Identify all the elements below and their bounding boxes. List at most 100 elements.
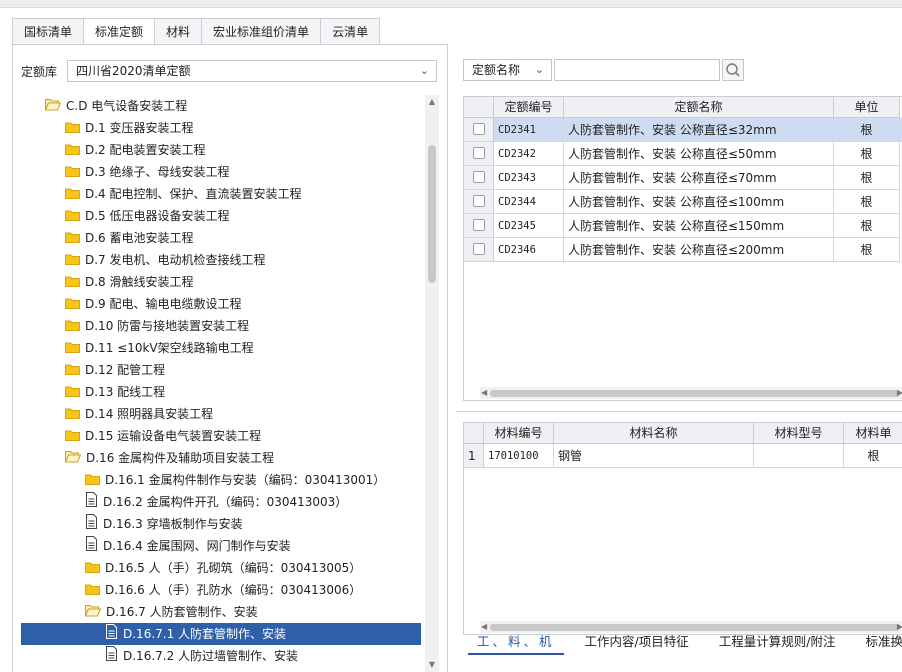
tree-node[interactable]: D.16.5 人（手）孔砌筑（编码：030413005） <box>85 557 361 579</box>
folder-icon <box>65 338 80 360</box>
search-icon <box>726 63 740 77</box>
table-row[interactable]: CD2345 人防套管制作、安装 公称直径≤150mm 根 <box>464 214 902 238</box>
tree-node-label: D.10 防雷与接地装置安装工程 <box>85 319 250 333</box>
tree-node[interactable]: D.16.3 穿墙板制作与安装 <box>85 513 243 535</box>
tree-node[interactable]: D.2 配电装置安装工程 <box>65 139 206 161</box>
tree-node[interactable]: D.16.4 金属围网、网门制作与安装 <box>85 535 291 557</box>
row-checkbox[interactable] <box>473 171 485 183</box>
table-row[interactable]: 1 17010100 钢管 根 <box>464 444 902 468</box>
tree-node-label: D.15 运输设备电气装置安装工程 <box>85 429 262 443</box>
tab-hongye-list[interactable]: 宏业标准组价清单 <box>202 18 322 45</box>
tree-node-label: D.12 配管工程 <box>85 363 166 377</box>
tab-standard-quota[interactable]: 标准定额 <box>84 18 156 45</box>
tree-node[interactable]: D.16.1 金属构件制作与安装（编码：030413001） <box>85 469 385 491</box>
quota-name-cell: 人防套管制作、安装 公称直径≤70mm <box>564 166 834 190</box>
tree-node-label: D.1 变压器安装工程 <box>85 121 194 135</box>
tab-labor-material-machine[interactable]: 工、料、机 <box>468 629 564 655</box>
tree-node[interactable]: D.16.7.2 人防过墙管制作、安装 <box>105 645 298 667</box>
tree-node-label: D.16.5 人（手）孔砌筑（编码：030413005） <box>105 561 362 575</box>
quota-table-scrollbar[interactable]: ◀ ▶ <box>480 387 902 399</box>
quota-code-cell: CD2345 <box>494 214 564 238</box>
tree-node[interactable]: D.6 蓄电池安装工程 <box>65 227 194 249</box>
row-checkbox[interactable] <box>473 219 485 231</box>
folder-icon <box>65 250 80 272</box>
row-checkbox-cell[interactable] <box>464 142 494 166</box>
scroll-up-arrow-icon[interactable]: ▲ <box>425 95 439 109</box>
tree-node[interactable]: D.16.7 人防套管制作、安装 <box>85 601 258 623</box>
quota-name-cell: 人防套管制作、安装 公称直径≤150mm <box>564 214 834 238</box>
column-header-material-name: 材料名称 <box>554 423 754 444</box>
folder-icon <box>85 470 100 492</box>
panel-divider[interactable] <box>456 411 902 412</box>
tree-node[interactable]: D.16.7.1 人防套管制作、安装 <box>21 623 421 645</box>
row-checkbox[interactable] <box>473 195 485 207</box>
tab-guobiao-list[interactable]: 国标清单 <box>12 18 85 45</box>
row-checkbox-cell[interactable] <box>464 214 494 238</box>
tree-vertical-scrollbar[interactable]: ▲ ▼ <box>425 95 439 672</box>
quota-unit-cell: 根 <box>834 190 900 214</box>
document-icon <box>85 535 98 558</box>
quota-name-cell: 人防套管制作、安装 公称直径≤32mm <box>564 118 834 142</box>
table-row[interactable]: CD2343 人防套管制作、安装 公称直径≤70mm 根 <box>464 166 902 190</box>
tree-node[interactable]: D.16.2 金属构件开孔（编码：030413003） <box>85 491 347 513</box>
tree-node[interactable]: D.14 照明器具安装工程 <box>65 403 213 425</box>
tree-node[interactable]: D.8 滑触线安装工程 <box>65 271 194 293</box>
tab-work-content[interactable]: 工作内容/项目特征 <box>576 629 698 655</box>
scrollbar-thumb[interactable] <box>490 390 900 397</box>
quota-db-select[interactable]: 四川省2020清单定额 ⌄ <box>67 60 437 82</box>
row-checkbox[interactable] <box>473 147 485 159</box>
top-strip <box>0 0 902 8</box>
row-checkbox[interactable] <box>473 243 485 255</box>
scrollbar-thumb[interactable] <box>428 145 436 283</box>
row-checkbox[interactable] <box>473 123 485 135</box>
table-row[interactable]: CD2342 人防套管制作、安装 公称直径≤50mm 根 <box>464 142 902 166</box>
scroll-right-arrow-icon[interactable]: ▶ <box>897 387 902 399</box>
table-row[interactable]: CD2344 人防套管制作、安装 公称直径≤100mm 根 <box>464 190 902 214</box>
tree-node[interactable]: D.3 绝缘子、母线安装工程 <box>65 161 230 183</box>
folder-icon <box>65 206 80 228</box>
main-tabs: 国标清单 标准定额 材料 宏业标准组价清单 云清单 <box>12 18 381 45</box>
tree-node[interactable]: D.1 变压器安装工程 <box>65 117 194 139</box>
search-button[interactable] <box>722 59 744 81</box>
quota-code-cell: CD2346 <box>494 238 564 262</box>
tree-node[interactable]: D.16 金属构件及辅助项目安装工程 <box>65 447 274 469</box>
tree-node[interactable]: D.16.6 人（手）孔防水（编码：030413006） <box>85 579 361 601</box>
search-input[interactable] <box>554 59 720 81</box>
tree-node[interactable]: D.5 低压电器设备安装工程 <box>65 205 230 227</box>
quota-table: 定额编号 定额名称 单位 CD2341 人防套管制作、安装 公称直径≤32mm 根 C… <box>463 96 902 401</box>
tree-node[interactable]: D.15 运输设备电气装置安装工程 <box>65 425 261 447</box>
tree-node-label: C.D 电气设备安装工程 <box>66 99 188 113</box>
tab-quantity-rules[interactable]: 工程量计算规则/附注 <box>710 629 845 655</box>
quota-unit-cell: 根 <box>834 118 900 142</box>
tree-node[interactable]: D.10 防雷与接地装置安装工程 <box>65 315 249 337</box>
tab-standard-conversion[interactable]: 标准换算 <box>856 629 902 655</box>
row-checkbox-cell[interactable] <box>464 238 494 262</box>
scroll-down-arrow-icon[interactable]: ▼ <box>425 658 439 672</box>
tree-node[interactable]: D.13 配线工程 <box>65 381 165 403</box>
tree-node-label: D.7 发电机、电动机检查接线工程 <box>85 253 266 267</box>
table-row[interactable]: CD2346 人防套管制作、安装 公称直径≤200mm 根 <box>464 238 902 262</box>
table-row[interactable]: CD2341 人防套管制作、安装 公称直径≤32mm 根 <box>464 118 902 142</box>
quota-code-cell: CD2341 <box>494 118 564 142</box>
tree-node-label: D.5 低压电器设备安装工程 <box>85 209 230 223</box>
tree-node[interactable]: D.12 配管工程 <box>65 359 165 381</box>
row-checkbox-cell[interactable] <box>464 166 494 190</box>
folder-icon <box>65 426 80 448</box>
tree-node[interactable]: D.7 发电机、电动机检查接线工程 <box>65 249 266 271</box>
quota-name-cell: 人防套管制作、安装 公称直径≤100mm <box>564 190 834 214</box>
column-header-code: 定额编号 <box>494 97 564 118</box>
folder-icon <box>65 140 80 162</box>
row-checkbox-cell[interactable] <box>464 190 494 214</box>
left-panel: 定额库 四川省2020清单定额 ⌄ C.D 电气设备安装工程 D.1 变压器安装工… <box>12 45 448 672</box>
tree-node[interactable]: C.D 电气设备安装工程 <box>45 95 187 117</box>
tree-node[interactable]: D.4 配电控制、保护、直流装置安装工程 <box>65 183 302 205</box>
tree-node[interactable]: D.11 ≤10kV架空线路输电工程 <box>65 337 254 359</box>
search-field-select[interactable]: 定额名称 ⌄ <box>463 59 552 81</box>
row-checkbox-cell[interactable] <box>464 118 494 142</box>
tree-node-label: D.4 配电控制、保护、直流装置安装工程 <box>85 187 302 201</box>
scroll-left-arrow-icon[interactable]: ◀ <box>481 387 487 399</box>
tree-node[interactable]: D.9 配电、输电电缆敷设工程 <box>65 293 242 315</box>
tab-cloud-list[interactable]: 云清单 <box>321 18 381 45</box>
tab-material[interactable]: 材料 <box>155 18 203 45</box>
tree-node-label: D.16.4 金属围网、网门制作与安装 <box>103 539 291 553</box>
